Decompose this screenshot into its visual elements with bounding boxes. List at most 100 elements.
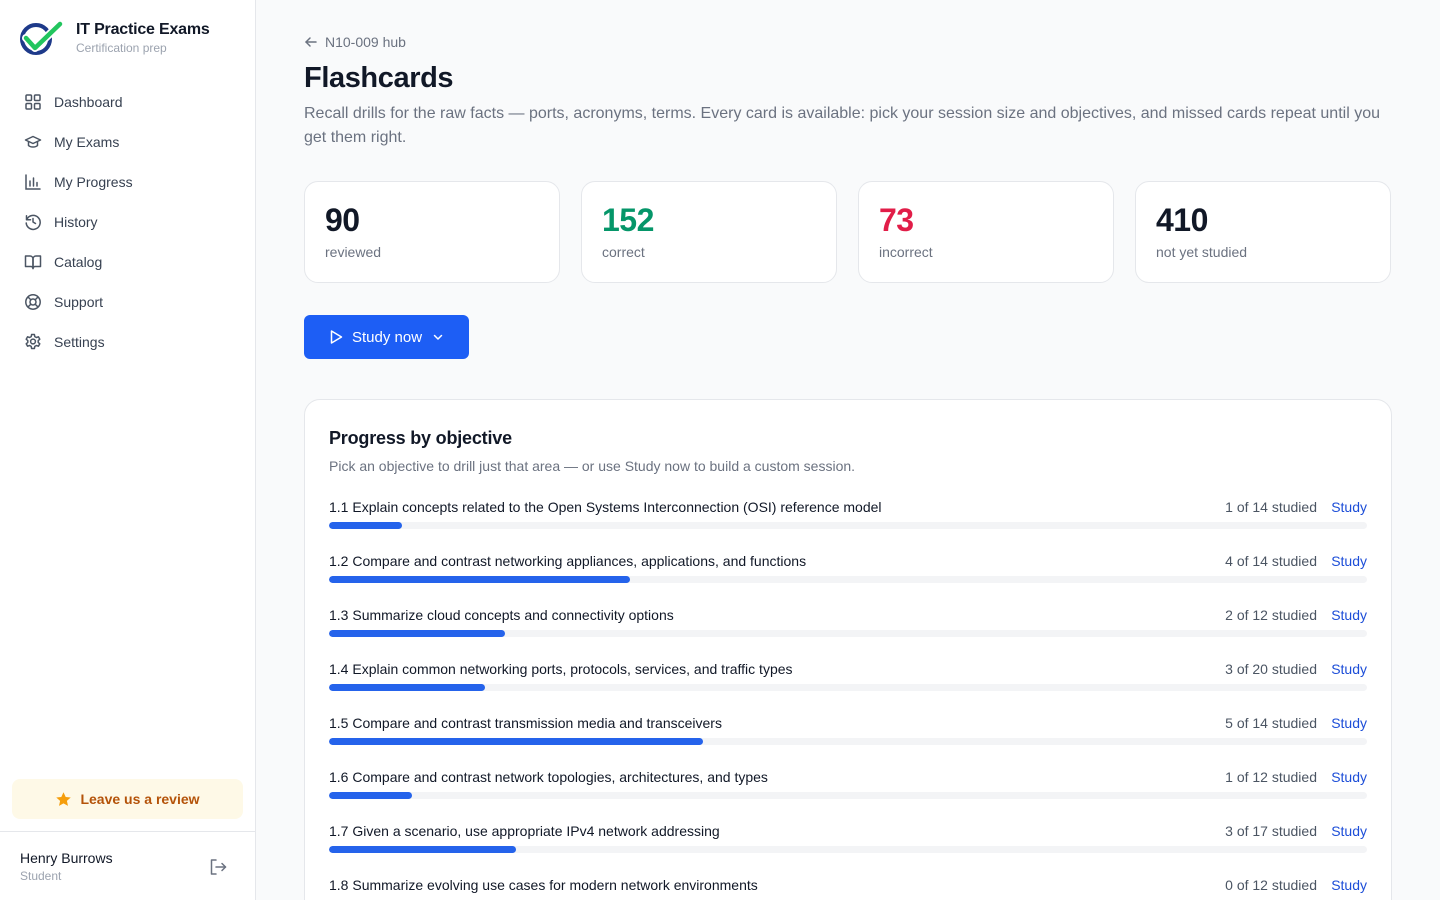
chevron-down-icon	[433, 334, 443, 340]
history-icon	[24, 213, 42, 231]
arrow-left-icon	[305, 37, 317, 47]
play-icon	[330, 330, 343, 344]
user-profile: Henry Burrows Student	[0, 831, 255, 900]
brand-subtitle: Certification prep	[76, 41, 167, 55]
sidebar-item-my-exams[interactable]: My Exams	[12, 122, 244, 162]
sidebar-item-my-progress[interactable]: My Progress	[12, 162, 244, 202]
objective-row: 1.7 Given a scenario, use appropriate IP…	[329, 822, 1367, 876]
objective-count: 2 of 12 studied	[1225, 607, 1317, 623]
progress-track	[329, 684, 1367, 691]
objective-name: 1.1 Explain concepts related to the Open…	[329, 499, 882, 515]
sidebar-item-catalog[interactable]: Catalog	[12, 242, 244, 282]
progress-fill	[329, 792, 413, 799]
sidebar-nav: Dashboard My Exams My Progress History C…	[12, 82, 244, 362]
stat-card-correct: 152 correct	[581, 181, 837, 283]
user-name: Henry Burrows	[20, 850, 113, 866]
sidebar-item-label: Catalog	[54, 254, 103, 270]
stat-card-incorrect: 73 incorrect	[858, 181, 1114, 283]
sidebar-item-label: My Exams	[54, 134, 120, 150]
objective-row: 1.1 Explain concepts related to the Open…	[329, 498, 1367, 552]
objective-study-link[interactable]: Study	[1331, 552, 1367, 570]
objective-study-link[interactable]: Study	[1331, 714, 1367, 732]
objective-name: 1.7 Given a scenario, use appropriate IP…	[329, 823, 720, 839]
objective-row: 1.6 Compare and contrast network topolog…	[329, 768, 1367, 822]
star-icon	[56, 791, 72, 806]
objective-study-link[interactable]: Study	[1331, 822, 1367, 840]
objective-list: 1.1 Explain concepts related to the Open…	[329, 498, 1367, 900]
book-open-icon	[24, 253, 42, 271]
panel-subtitle: Pick an objective to drill just that are…	[329, 458, 856, 474]
stat-card-reviewed: 90 reviewed	[304, 181, 560, 283]
objective-name: 1.5 Compare and contrast transmission me…	[329, 715, 722, 731]
panel-title: Progress by objective	[329, 428, 512, 448]
page-description: Recall drills for the raw facts — ports,…	[304, 105, 1380, 146]
objective-count: 0 of 12 studied	[1225, 877, 1317, 893]
progress-fill	[329, 576, 631, 583]
objective-name: 1.6 Compare and contrast network topolog…	[329, 769, 768, 785]
user-role: Student	[20, 869, 62, 883]
sidebar-item-label: My Progress	[54, 174, 133, 190]
sidebar-item-label: Support	[54, 294, 104, 310]
objective-name: 1.8 Summarize evolving use cases for mod…	[329, 877, 758, 893]
grid-icon	[24, 93, 42, 111]
stat-label: reviewed	[325, 244, 382, 260]
progress-track	[329, 522, 1367, 529]
bar-chart-icon	[24, 173, 42, 191]
study-now-button[interactable]: Study now	[304, 315, 469, 359]
progress-fill	[329, 738, 703, 745]
leave-review-button[interactable]: Leave us a review	[12, 779, 243, 819]
sidebar: IT Practice Exams Certification prep Das…	[0, 0, 256, 900]
progress-fill	[329, 630, 506, 637]
progress-track	[329, 630, 1367, 637]
objective-row: 1.4 Explain common networking ports, pro…	[329, 660, 1367, 714]
objective-count: 3 of 20 studied	[1225, 661, 1317, 677]
objective-row: 1.8 Summarize evolving use cases for mod…	[329, 876, 1367, 900]
progress-fill	[329, 522, 402, 529]
objective-row: 1.5 Compare and contrast transmission me…	[329, 714, 1367, 768]
progress-track	[329, 738, 1367, 745]
objective-study-link[interactable]: Study	[1331, 768, 1367, 786]
logout-icon[interactable]	[208, 857, 228, 877]
sidebar-item-support[interactable]: Support	[12, 282, 244, 322]
sidebar-item-label: Settings	[54, 334, 105, 350]
sidebar-item-dashboard[interactable]: Dashboard	[12, 82, 244, 122]
gear-icon	[24, 333, 42, 351]
objective-count: 1 of 14 studied	[1225, 499, 1317, 515]
brand[interactable]: IT Practice Exams Certification prep	[18, 20, 210, 56]
stat-label: incorrect	[879, 244, 933, 260]
stats-row: 90 reviewed 152 correct 73 incorrect 410…	[304, 181, 1392, 283]
objectives-panel: Progress by objective Pick an objective …	[304, 399, 1392, 900]
objective-row: 1.2 Compare and contrast networking appl…	[329, 552, 1367, 606]
objective-study-link[interactable]: Study	[1331, 876, 1367, 894]
graduation-cap-icon	[24, 133, 42, 151]
stat-value: 410	[1156, 202, 1208, 238]
objective-name: 1.2 Compare and contrast networking appl…	[329, 553, 807, 569]
stat-value: 73	[879, 202, 914, 238]
objective-study-link[interactable]: Study	[1331, 498, 1367, 516]
back-link[interactable]: N10-009 hub	[304, 34, 406, 50]
brand-name: IT Practice Exams	[76, 21, 210, 38]
sidebar-item-settings[interactable]: Settings	[12, 322, 244, 362]
sidebar-item-history[interactable]: History	[12, 202, 244, 242]
stat-label: not yet studied	[1156, 244, 1248, 260]
objective-row: 1.3 Summarize cloud concepts and connect…	[329, 606, 1367, 660]
objective-name: 1.3 Summarize cloud concepts and connect…	[329, 607, 674, 623]
objective-count: 4 of 14 studied	[1225, 553, 1317, 569]
objective-count: 1 of 12 studied	[1225, 769, 1317, 785]
study-now-label: Study now	[352, 328, 423, 346]
objective-study-link[interactable]: Study	[1331, 660, 1367, 678]
stat-value: 90	[325, 202, 360, 238]
progress-track	[329, 846, 1367, 853]
sidebar-item-label: History	[54, 214, 98, 230]
progress-track	[329, 792, 1367, 799]
objective-study-link[interactable]: Study	[1331, 606, 1367, 624]
progress-track	[329, 576, 1367, 583]
stat-value: 152	[602, 202, 654, 238]
objective-name: 1.4 Explain common networking ports, pro…	[329, 661, 793, 677]
life-buoy-icon	[24, 293, 42, 311]
objective-count: 5 of 14 studied	[1225, 715, 1317, 731]
logo-icon	[20, 20, 64, 55]
progress-fill	[329, 684, 485, 691]
back-link-label: N10-009 hub	[325, 34, 406, 50]
objective-count: 3 of 17 studied	[1225, 823, 1317, 839]
